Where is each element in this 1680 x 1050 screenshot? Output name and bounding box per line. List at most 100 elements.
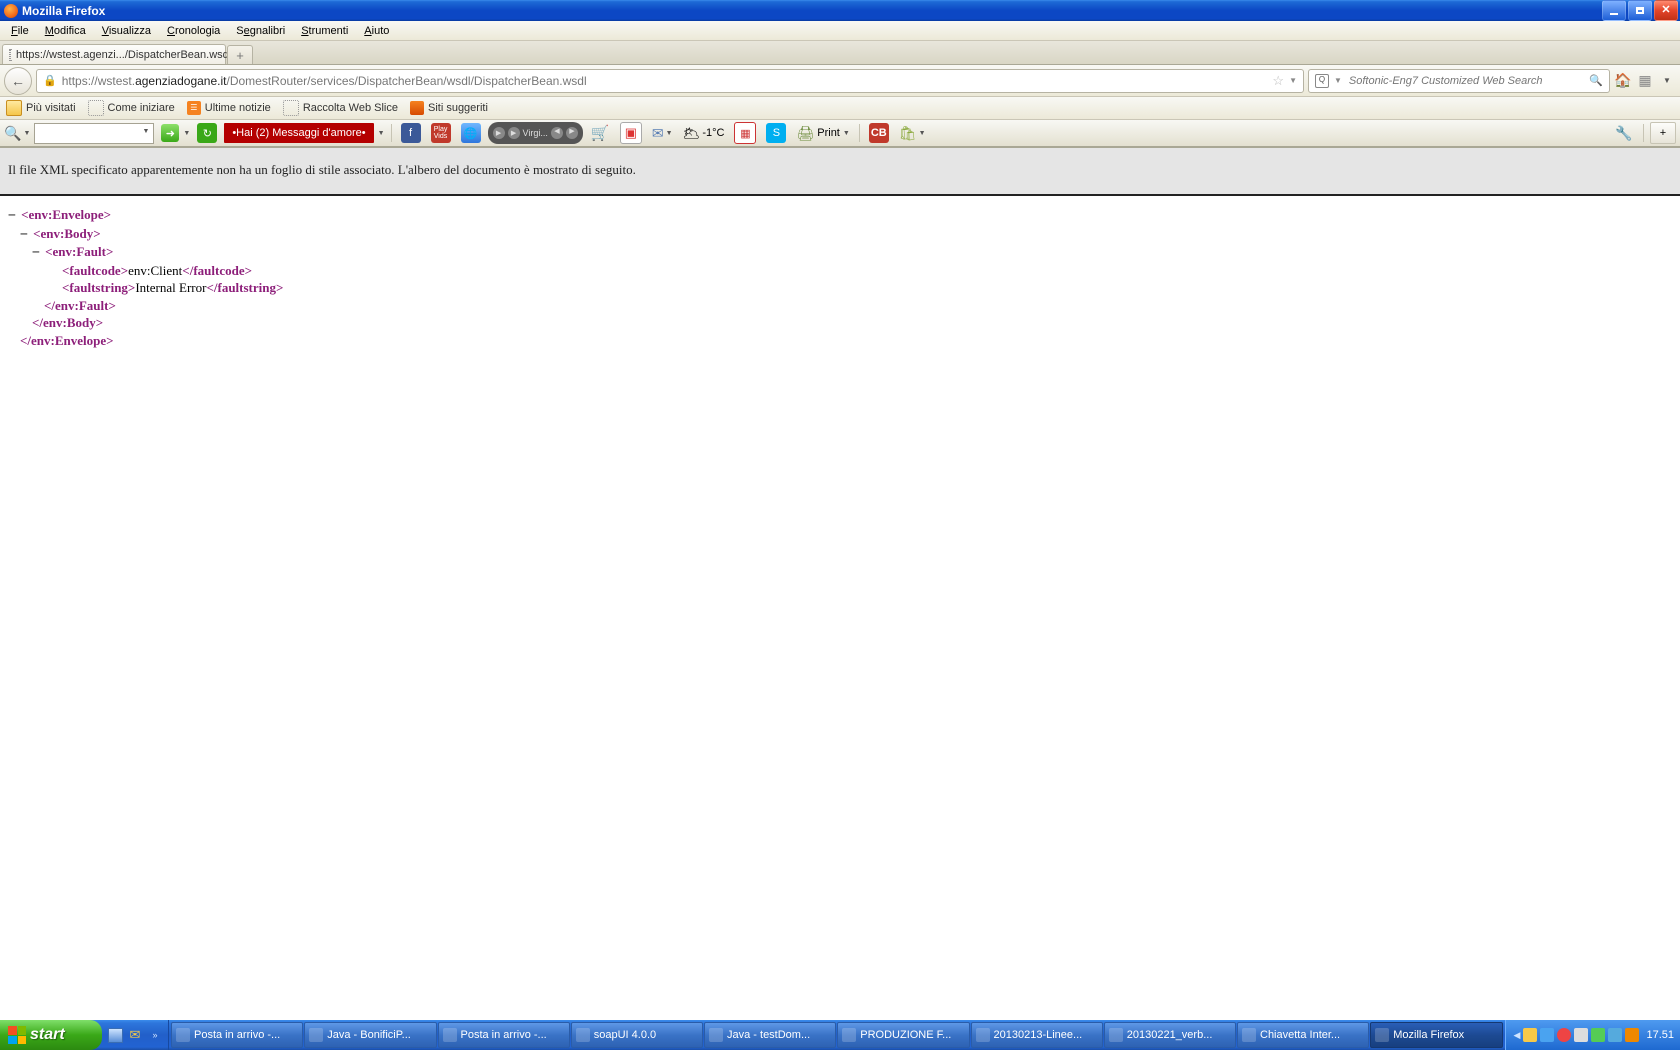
toolbar-search-button[interactable]: 🔍▼ (4, 125, 30, 142)
menu-item[interactable]: Modifica (38, 23, 93, 39)
quick-launch-chevron-icon[interactable]: » (146, 1024, 164, 1046)
search-engine-dropdown-icon[interactable]: ▼ (1334, 76, 1342, 85)
add-button[interactable]: + (1650, 122, 1676, 144)
calendar-icon[interactable]: ▦ (731, 122, 759, 144)
magnifier-icon: 🔍 (4, 125, 21, 142)
taskbar-item[interactable]: Java - testDom... (704, 1022, 836, 1048)
print-button[interactable]: 🖨 Print ▼ (793, 122, 852, 144)
menu-item[interactable]: Segnalibri (229, 23, 292, 39)
next-icon: ▶ (566, 127, 578, 139)
globe-icon[interactable]: 🌐 (458, 122, 484, 144)
close-button[interactable] (1654, 0, 1678, 21)
task-icon (443, 1028, 457, 1042)
bookmark-item[interactable]: ☰Ultime notizie (187, 101, 271, 115)
taskbar-item[interactable]: PRODUZIONE F... (837, 1022, 969, 1048)
taskbar-item[interactable]: Posta in arrivo -... (438, 1022, 570, 1048)
addon-pocket-icon[interactable]: ▦ (1636, 72, 1654, 90)
skype-icon[interactable]: S (763, 122, 789, 144)
system-tray[interactable]: ◀ 17.51 (1505, 1020, 1680, 1050)
bookmark-item[interactable]: Come iniziare (88, 100, 175, 116)
menu-item[interactable]: Visualizza (95, 23, 158, 39)
menu-item[interactable]: Aiuto (357, 23, 396, 39)
task-icon (176, 1028, 190, 1042)
bookmark-item[interactable]: Raccolta Web Slice (283, 100, 398, 116)
toolbar-search-input[interactable]: ▼ (34, 123, 154, 144)
taskbar-item[interactable]: Chiavetta Inter... (1237, 1022, 1369, 1048)
chevron-down-icon[interactable]: ▼ (378, 130, 385, 137)
tray-icon[interactable] (1625, 1028, 1639, 1042)
search-engine-icon[interactable]: Q (1315, 74, 1329, 88)
cart-icon[interactable]: 🛒 (587, 122, 613, 144)
mail-icon[interactable]: ✉▼ (649, 122, 676, 144)
prev-icon: ◀ (551, 127, 563, 139)
bookmark-item[interactable]: Più visitati (6, 100, 76, 116)
task-icon (709, 1028, 723, 1042)
task-icon (976, 1028, 990, 1042)
playvids-icon[interactable]: PlayVids (428, 122, 454, 144)
toolbar-go-button[interactable]: ➜ (161, 124, 179, 142)
task-icon (1242, 1028, 1256, 1042)
menu-item[interactable]: Strumenti (294, 23, 355, 39)
tray-icon[interactable] (1608, 1028, 1622, 1042)
new-tab-button[interactable]: + (227, 45, 253, 64)
toolbar-refresh-icon[interactable]: ↻ (194, 122, 220, 144)
tv-icon[interactable]: ▣ (617, 122, 645, 144)
radio-player[interactable]: ▶ ▶ Virgi... ◀ ▶ (488, 122, 583, 144)
url-dropdown-icon[interactable]: ▼ (1289, 76, 1297, 85)
home-button[interactable]: 🏠 (1614, 72, 1632, 90)
taskbar-item[interactable]: Mozilla Firefox (1370, 1022, 1502, 1048)
tray-icon[interactable] (1557, 1028, 1571, 1042)
menubar[interactable]: FileModificaVisualizzaCronologiaSegnalib… (0, 21, 1680, 41)
collapse-toggle[interactable]: − (32, 245, 40, 260)
tray-icon[interactable] (1574, 1028, 1588, 1042)
chevron-down-icon[interactable]: ▼ (183, 130, 190, 137)
xml-tree: − <env:Envelope> − <env:Body> − <env:Fau… (0, 196, 1680, 359)
taskbar-item[interactable]: soapUI 4.0.0 (571, 1022, 703, 1048)
menu-item[interactable]: File (4, 23, 36, 39)
collapse-toggle[interactable]: − (20, 227, 28, 242)
bookmark-item[interactable]: Siti suggeriti (410, 101, 488, 115)
weather-widget[interactable]: 🌥 -1°C (680, 122, 728, 144)
collapse-toggle[interactable]: − (8, 208, 16, 223)
print-label: Print (817, 127, 840, 139)
browser-tab[interactable]: https://wstest.agenzi.../DispatcherBean.… (2, 44, 226, 64)
tray-icon[interactable] (1523, 1028, 1537, 1042)
addon-toolbar: 🔍▼ ▼ ➜ ▼ ↻ •Hai (2) Messaggi d'amore• ▼ … (0, 120, 1680, 148)
outlook-icon[interactable]: ✉ (126, 1024, 144, 1046)
maximize-button[interactable] (1628, 0, 1652, 21)
taskbar-item[interactable]: 20130221_verb... (1104, 1022, 1236, 1048)
menu-item[interactable]: Cronologia (160, 23, 227, 39)
task-label: Posta in arrivo -... (194, 1029, 280, 1041)
taskbar-item[interactable]: 20130213-Linee... (971, 1022, 1103, 1048)
show-desktop-icon[interactable] (106, 1024, 124, 1046)
navigation-toolbar: ← 🔒 https://wstest.agenziadogane.it/Dome… (0, 65, 1680, 97)
search-bar[interactable]: Q ▼ 🔍 (1308, 69, 1610, 93)
tray-icon[interactable] (1591, 1028, 1605, 1042)
chevron-down-icon: ▼ (23, 130, 30, 137)
bookmark-star-icon[interactable]: ☆ (1272, 73, 1284, 89)
cb-icon[interactable]: CB (866, 122, 892, 144)
facebook-icon[interactable]: f (398, 122, 424, 144)
search-input[interactable] (1347, 74, 1584, 88)
back-button[interactable]: ← (4, 67, 32, 95)
minimize-button[interactable] (1602, 0, 1626, 21)
page-icon (88, 100, 104, 116)
start-button[interactable]: start (0, 1020, 102, 1050)
windows-logo-icon (8, 1026, 26, 1044)
window-titlebar: Mozilla Firefox (0, 0, 1680, 21)
play-icon: ▶ (493, 127, 505, 139)
taskbar-item[interactable]: Java - BonificiP... (304, 1022, 436, 1048)
tray-expand-icon[interactable]: ◀ (1514, 1030, 1521, 1041)
taskbar-item[interactable]: Posta in arrivo -... (171, 1022, 303, 1048)
bag-icon[interactable]: 🛍▼ (896, 122, 929, 144)
task-label: Java - BonificiP... (327, 1029, 411, 1041)
stop-icon: ▶ (508, 127, 520, 139)
address-bar[interactable]: 🔒 https://wstest.agenziadogane.it/Domest… (36, 69, 1304, 93)
wrench-icon[interactable]: 🔧 (1611, 122, 1637, 144)
toolbar-message-badge[interactable]: •Hai (2) Messaggi d'amore• (224, 123, 373, 143)
search-go-icon[interactable]: 🔍 (1589, 74, 1603, 87)
toolbar-dropdown-icon[interactable]: ▼ (1658, 72, 1676, 90)
clock[interactable]: 17.51 (1646, 1029, 1674, 1041)
chevron-down-icon[interactable]: ▼ (142, 128, 149, 135)
tray-icon[interactable] (1540, 1028, 1554, 1042)
